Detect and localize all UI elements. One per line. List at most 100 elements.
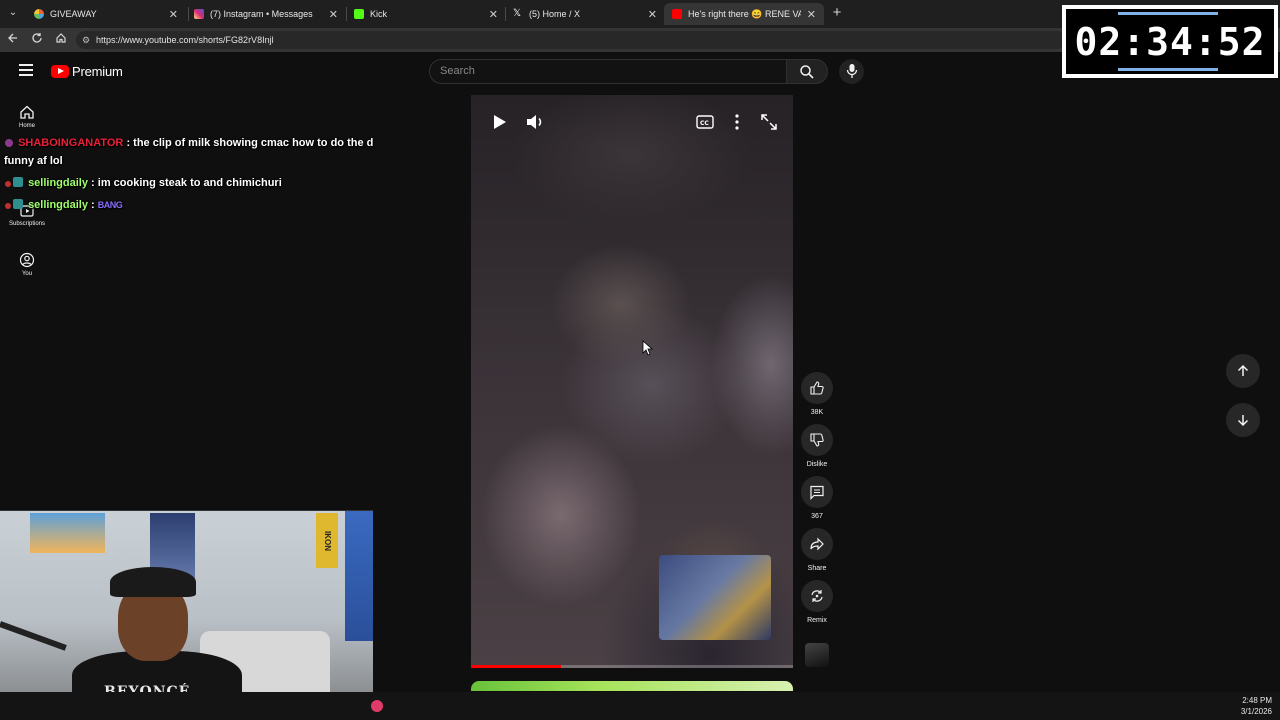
dislike-label: Dislike	[806, 461, 828, 468]
x-icon: 𝕏	[513, 8, 522, 19]
guide-item-you[interactable]: You	[0, 252, 54, 277]
guide-label: Home	[18, 123, 35, 129]
clock-time: 2:48 PM	[1242, 696, 1272, 705]
instagram-icon	[194, 9, 204, 19]
tab-instagram[interactable]: (7) Instagram • Messages ✕	[186, 3, 346, 25]
comment-icon	[810, 485, 824, 500]
more-options-icon[interactable]	[726, 111, 748, 133]
chat-badge-icon	[5, 139, 13, 147]
chat-badge-icon	[5, 203, 11, 209]
wall-poster	[345, 511, 373, 641]
chat-message: SHABOINGANATOR : the clip of milk showin…	[5, 137, 373, 149]
chat-message: sellingdaily : BANG	[5, 199, 123, 211]
reload-icon[interactable]	[29, 32, 45, 48]
guide-label: Subscriptions	[8, 221, 46, 227]
tab-close-icon[interactable]: ✕	[807, 8, 816, 21]
chat-message: sellingdaily : im cooking steak to and c…	[5, 177, 282, 189]
chat-badge-icon	[5, 181, 11, 187]
search-input[interactable]: Search	[429, 59, 787, 84]
tab-title: (7) Instagram • Messages	[210, 9, 313, 19]
arrow-up-icon	[1237, 364, 1249, 376]
shorts-video-player[interactable]: CC	[471, 95, 793, 668]
youtube-logo-icon	[51, 65, 69, 78]
chat-emote: BANG	[97, 200, 123, 210]
tab-youtube-short[interactable]: He's right there 😄 RENE VACA - Y ✕	[664, 3, 824, 25]
site-info-icon[interactable]: ⚙	[82, 31, 90, 49]
search-button[interactable]	[786, 59, 828, 84]
svg-text:CC: CC	[700, 120, 709, 127]
next-short-button[interactable]	[1226, 403, 1260, 437]
giveaway-icon	[34, 9, 44, 19]
video-progress-fill	[471, 665, 562, 668]
tab-kick[interactable]: Kick ✕	[346, 3, 506, 25]
thumbs-down-icon	[810, 433, 824, 447]
logo-text: Premium	[72, 64, 123, 79]
thumbs-up-icon	[810, 381, 824, 395]
guide-menu-button[interactable]	[19, 64, 33, 76]
next-short-preview[interactable]	[471, 681, 793, 691]
home-icon	[20, 105, 34, 119]
windows-taskbar: 2:48 PM 3/1/2026	[0, 692, 1280, 720]
tab-list-chevron-icon[interactable]: ⌄	[5, 5, 21, 21]
volume-icon[interactable]	[524, 111, 546, 133]
tab-close-icon[interactable]: ✕	[648, 8, 657, 21]
chat-badge-icon	[13, 177, 23, 187]
url-text: https://www.youtube.com/shorts/FG82rV8In…	[96, 35, 274, 45]
share-button[interactable]: Share	[801, 528, 833, 572]
closed-captions-icon[interactable]: CC	[694, 111, 716, 133]
play-icon[interactable]	[488, 111, 510, 133]
mouse-cursor-icon	[642, 340, 654, 356]
comment-count: 367	[811, 513, 823, 520]
tab-x-home[interactable]: 𝕏 (5) Home / X ✕	[505, 3, 665, 25]
tab-giveaway[interactable]: GIVEAWAY ✕	[26, 3, 186, 25]
chat-username: sellingdaily	[28, 199, 88, 211]
microphone-icon	[846, 64, 858, 78]
system-clock[interactable]: 2:48 PM 3/1/2026	[1241, 695, 1272, 717]
home-icon[interactable]	[53, 32, 69, 48]
timer-value: 02:34:52	[1066, 9, 1274, 74]
remix-icon	[811, 590, 823, 602]
like-count: 38K	[810, 409, 824, 416]
microphone-arm	[0, 621, 67, 651]
tab-close-icon[interactable]: ✕	[169, 8, 178, 21]
chat-text: im cooking steak to and chimichuri	[97, 177, 282, 189]
tab-title: (5) Home / X	[529, 9, 581, 19]
arrow-down-icon	[1237, 415, 1249, 427]
youtube-icon	[672, 9, 682, 19]
streamer-cap	[110, 567, 196, 597]
dislike-button[interactable]: Dislike	[801, 424, 833, 468]
address-bar[interactable]: ⚙ https://www.youtube.com/shorts/FG82rV8…	[76, 31, 1066, 49]
comments-button[interactable]: 367	[801, 476, 833, 520]
guide-item-home[interactable]: Home	[0, 104, 54, 129]
back-arrow-icon[interactable]	[5, 32, 21, 48]
video-progress-bar[interactable]	[471, 665, 793, 668]
chat-text: the clip of milk showing cmac how to do …	[133, 137, 374, 149]
tab-close-icon[interactable]: ✕	[489, 8, 498, 21]
tab-title: Kick	[370, 9, 388, 19]
tab-title: GIVEAWAY	[50, 9, 97, 19]
you-icon	[19, 252, 35, 268]
share-icon	[810, 537, 824, 551]
guide-label: You	[21, 271, 33, 277]
audio-thumbnail[interactable]	[805, 643, 829, 667]
new-tab-button[interactable]: +	[829, 5, 845, 21]
wall-sign: IKON	[316, 513, 338, 568]
fullscreen-icon[interactable]	[758, 111, 780, 133]
clock-date: 3/1/2026	[1240, 707, 1272, 716]
voice-search-button[interactable]	[839, 59, 864, 84]
video-frame-detail	[659, 555, 771, 640]
kick-icon	[354, 9, 364, 19]
search-icon	[800, 65, 814, 79]
chat-username: SHABOINGANATOR	[18, 137, 124, 149]
remix-label: Remix	[807, 617, 827, 624]
tab-close-icon[interactable]: ✕	[329, 8, 338, 21]
youtube-premium-logo[interactable]: Premium	[51, 64, 123, 79]
webcam-overlay: IKON BEYONCÉ	[0, 510, 373, 692]
previous-short-button[interactable]	[1226, 354, 1260, 388]
remix-button[interactable]: Remix	[801, 580, 833, 624]
like-button[interactable]: 38K	[801, 372, 833, 416]
taskbar-app-icon[interactable]	[371, 700, 383, 712]
chat-message-continuation: funny af lol	[4, 155, 63, 167]
tab-title: He's right there 😄 RENE VACA - Y	[688, 8, 801, 19]
chat-badge-icon	[13, 199, 23, 209]
